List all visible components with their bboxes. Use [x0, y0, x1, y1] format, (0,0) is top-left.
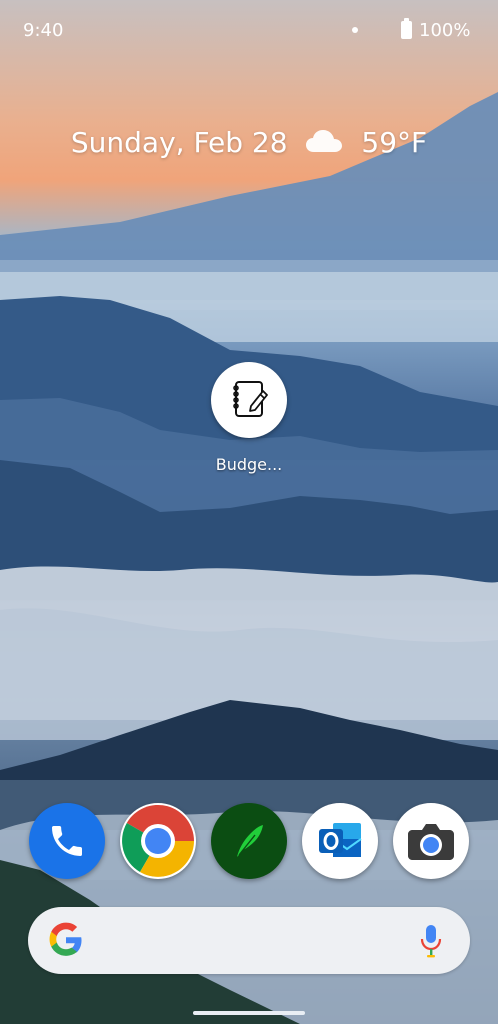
- chrome-app-icon[interactable]: [120, 803, 196, 879]
- phone-icon: [52, 826, 82, 856]
- robinhood-feather-icon: [237, 825, 263, 857]
- camera-icon: [408, 824, 454, 860]
- status-time: 9:40: [23, 20, 64, 41]
- microphone-icon[interactable]: [420, 924, 442, 958]
- camera-app-icon[interactable]: [393, 803, 469, 879]
- cloud-icon: [304, 128, 344, 161]
- glance-date[interactable]: Sunday, Feb 28: [71, 126, 288, 159]
- chrome-icon: [121, 804, 195, 878]
- battery-icon: [401, 18, 412, 39]
- glance-temperature[interactable]: 59°F: [361, 126, 427, 159]
- navigation-handle[interactable]: [193, 1011, 305, 1015]
- status-bar: 9:40 100%: [0, 18, 498, 42]
- home-screen: 9:40 100% Sunday, Feb 28 59°F Budge...: [0, 0, 498, 1024]
- outlook-icon: [319, 823, 362, 857]
- google-search-bar[interactable]: [28, 907, 470, 974]
- budget-app-icon[interactable]: [211, 362, 287, 438]
- budget-notebook-pencil-icon: [233, 381, 268, 417]
- at-a-glance-widget[interactable]: Sunday, Feb 28 59°F: [0, 126, 498, 161]
- outlook-app-icon[interactable]: [302, 803, 378, 879]
- robinhood-app-icon[interactable]: [211, 803, 287, 879]
- notification-dot-icon: [352, 27, 358, 33]
- phone-app-icon[interactable]: [29, 803, 105, 879]
- battery-percent: 100%: [419, 20, 471, 41]
- google-g-icon[interactable]: [47, 921, 85, 959]
- budget-app-label[interactable]: Budge...: [199, 455, 299, 474]
